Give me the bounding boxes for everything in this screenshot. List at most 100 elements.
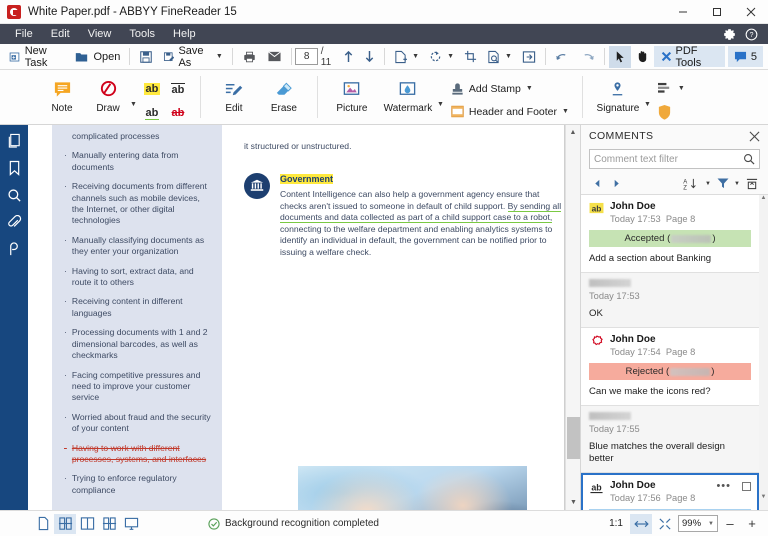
scrollbar-thumb[interactable] [567,417,580,459]
menu-edit[interactable]: Edit [42,24,79,44]
open-button[interactable]: Open [69,46,125,68]
scroll-down-button[interactable]: ▼ [566,495,580,510]
single-page-icon[interactable] [32,514,54,534]
comment-reply[interactable]: Today 17:55 Blue matches the overall des… [581,406,759,473]
comments-scroll-up[interactable]: ▲ [760,195,767,211]
search-icon[interactable] [2,183,26,207]
collapse-all-icon[interactable] [743,175,760,193]
menu-view[interactable]: View [79,24,121,44]
help-icon[interactable]: ? [740,24,762,44]
filter-icon[interactable] [714,175,731,193]
menu-tools[interactable]: Tools [120,24,164,44]
next-page-button[interactable] [359,46,380,68]
comments-scroll-down[interactable]: ▼ [760,494,767,510]
signature-split-button[interactable]: Signature ▼ [592,74,651,123]
presentation-icon[interactable] [120,514,142,534]
chevron-down-icon[interactable]: ▼ [437,89,444,108]
comment-checkbox[interactable] [742,482,751,491]
signature-button[interactable]: Signature [592,74,644,123]
select-tool-button[interactable] [608,45,631,68]
strikethrough-button[interactable]: ab [165,101,191,125]
edit-button[interactable]: Edit [210,74,258,123]
comment-card-selected[interactable]: ab John Doe Today 17:56 Page 8 ••• Compl… [581,473,759,510]
attachment-icon[interactable] [2,210,26,234]
gear-icon[interactable] [718,24,740,44]
protect-document-button[interactable] [653,101,689,122]
undo-button[interactable] [550,46,575,68]
draw-button[interactable]: Draw [86,74,130,123]
pages-icon[interactable] [2,129,26,153]
maximize-button[interactable] [700,0,734,24]
two-page-scroll-icon[interactable] [54,513,76,534]
page-number-input[interactable]: 8 [295,48,318,65]
comment-reply[interactable]: Today 17:53 OK [581,273,759,328]
pdf-tools-button[interactable]: PDF Tools [653,45,725,69]
highlight-button[interactable]: ab [139,77,165,101]
menu-help[interactable]: Help [164,24,205,44]
signature-panel-icon[interactable] [2,237,26,261]
actual-size-button[interactable]: 1:1 [604,518,628,529]
comment-filter-field[interactable] [589,149,760,169]
comments-scrollbar[interactable]: ▲ ▼ [759,195,768,510]
document-viewer[interactable]: complicated processes · Manually entering… [28,125,580,510]
chevron-down-icon[interactable]: ▼ [644,89,651,108]
prev-comment-icon[interactable] [589,175,606,193]
search-icon[interactable] [743,153,755,165]
menu-file[interactable]: File [6,24,42,44]
bookmark-icon[interactable] [2,156,26,180]
chevron-down-icon[interactable]: ▼ [526,85,533,92]
print-button[interactable] [237,46,262,68]
continuous-icon[interactable] [98,514,120,534]
two-page-icon[interactable] [76,514,98,534]
scroll-up-button[interactable]: ▲ [566,125,580,140]
export-button[interactable] [517,46,541,68]
zoom-level-select[interactable]: 99% ▼ [678,515,718,532]
pdf-page[interactable]: complicated processes · Manually entering… [28,125,565,510]
draw-split-button[interactable]: Draw ▼ [86,74,137,123]
fit-page-icon[interactable] [654,514,676,534]
sort-az-icon[interactable]: AZ [680,175,702,193]
chevron-down-icon[interactable]: ▼ [505,53,512,60]
comment-filter-input[interactable] [594,153,743,165]
header-footer-button[interactable]: Header and Footer ▼ [446,101,573,122]
chevron-down-icon[interactable]: ▼ [216,53,223,60]
redo-button[interactable] [575,46,600,68]
chevron-down-icon[interactable]: ▼ [412,53,419,60]
crop-button[interactable] [459,46,482,68]
chevron-down-icon[interactable]: ▼ [130,89,137,108]
next-comment-icon[interactable] [608,175,625,193]
add-pages-button[interactable]: ▼ [389,46,424,68]
comments-list[interactable]: ▲ ▼ ab John Doe Today 17:53 Page 8 Accep… [581,195,768,510]
note-button[interactable]: Note [40,74,84,123]
close-icon[interactable] [749,131,760,142]
strikeout-button-top[interactable]: ab [165,77,191,101]
redaction-button[interactable]: ▼ [653,78,689,99]
chevron-down-icon[interactable]: ▼ [447,53,454,60]
comments-toggle-button[interactable]: 5 [727,46,763,67]
search-page-button[interactable]: ▼ [482,46,517,68]
email-button[interactable] [262,46,287,68]
hand-tool-button[interactable] [631,46,654,68]
document-scrollbar[interactable]: ▲ ▼ [565,125,580,510]
previous-page-button[interactable] [338,46,359,68]
minimize-button[interactable] [666,0,700,24]
picture-button[interactable]: Picture [327,74,377,123]
chevron-down-icon[interactable]: ▼ [708,521,714,527]
comment-card[interactable]: ab John Doe Today 17:53 Page 8 Accepted … [581,195,759,273]
chevron-down-icon[interactable]: ▼ [562,108,569,115]
comment-card[interactable]: John Doe Today 17:54 Page 8 Rejected () … [581,328,759,406]
save-as-button[interactable]: Save As ▼ [158,45,228,69]
zoom-in-button[interactable]: + [742,514,762,534]
rotate-pages-button[interactable]: ▼ [424,46,459,68]
zoom-out-button[interactable]: – [720,514,740,534]
save-button[interactable] [134,46,158,68]
watermark-button[interactable]: Watermark [379,74,437,123]
comment-more-options-button[interactable]: ••• [716,480,731,492]
chevron-down-icon[interactable]: ▼ [704,175,712,193]
add-stamp-button[interactable]: Add Stamp ▼ [446,78,573,99]
watermark-split-button[interactable]: Watermark ▼ [379,74,444,123]
chevron-down-icon[interactable]: ▼ [733,175,741,193]
underline-button[interactable]: ab [139,101,165,125]
new-task-button[interactable]: New Task [4,45,69,69]
chevron-down-icon[interactable]: ▼ [678,85,685,92]
